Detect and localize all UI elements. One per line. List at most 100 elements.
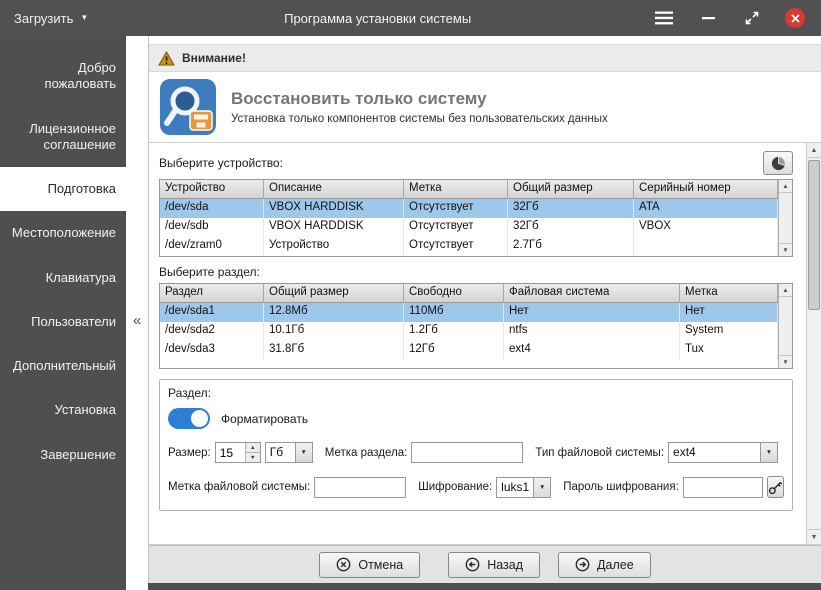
format-toggle-row: Форматировать — [168, 408, 784, 429]
column-header-partition[interactable]: Раздел — [160, 284, 264, 303]
main-scrollbar[interactable]: ▲ ▼ — [806, 143, 821, 544]
sidebar-item-preparation[interactable]: Подготовка — [0, 167, 126, 212]
window-controls — [653, 7, 821, 29]
fs-label-field[interactable] — [314, 476, 407, 498]
sidebar-item-additional[interactable]: Дополнительный — [0, 344, 126, 388]
column-header-label[interactable]: Метка — [404, 180, 508, 199]
table-row[interactable]: /dev/sda2 10.1Гб 1.2Гб ntfs System — [160, 322, 778, 341]
column-header-device[interactable]: Устройство — [160, 180, 264, 199]
sidebar-item-license[interactable]: Лицензионное соглашение — [0, 107, 126, 168]
next-button-label: Далее — [597, 557, 634, 572]
encryption-label: Шифрование: — [418, 481, 493, 493]
partition-select-label: Выберите раздел: — [159, 265, 260, 279]
column-header-description[interactable]: Описание — [264, 180, 404, 199]
column-header-total-size[interactable]: Общий размер — [264, 284, 404, 303]
step-header: Восстановить только систему Установка то… — [149, 72, 821, 142]
size-unit-combo[interactable]: Гб ▼ — [264, 442, 313, 463]
footer-bar: Отмена Назад Далее — [149, 545, 821, 583]
cell: /dev/sda1 — [160, 303, 264, 322]
spin-down-button[interactable]: ▼ — [245, 453, 260, 462]
encryption-password-field[interactable] — [682, 476, 763, 498]
table-row[interactable]: /dev/zram0 Устройство Отсутствует 2.7Гб — [160, 237, 778, 256]
table-row[interactable]: /dev/sda VBOX HARDDISK Отсутствует 32Гб … — [160, 199, 778, 218]
scroll-down-icon[interactable]: ▼ — [779, 243, 792, 256]
table-row[interactable]: /dev/sdb VBOX HARDDISK Отсутствует 32Гб … — [160, 218, 778, 237]
page-title: Восстановить только систему — [231, 89, 487, 108]
cell: /dev/sda2 — [160, 322, 264, 341]
reveal-password-button[interactable] — [766, 476, 784, 498]
disk-usage-button[interactable] — [763, 151, 793, 175]
load-button-label: Загрузить — [14, 10, 74, 26]
sidebar-item-installation[interactable]: Установка — [0, 388, 126, 432]
cell: ATA — [634, 199, 778, 218]
encryption-combo[interactable]: luks1 ▼ — [496, 476, 552, 498]
maximize-button[interactable] — [741, 7, 763, 29]
column-header-label[interactable]: Метка — [680, 284, 778, 303]
cell: VBOX HARDDISK — [264, 199, 404, 218]
encryption-password-label: Пароль шифрования: — [563, 481, 679, 493]
table-row[interactable]: /dev/sda1 12.8Мб 110Мб Нет Нет — [160, 303, 778, 322]
table-row[interactable]: /dev/sda3 31.8Гб 12Гб ext4 Tux — [160, 341, 778, 360]
format-toggle[interactable] — [168, 408, 210, 429]
sidebar-item-location[interactable]: Местоположение — [0, 211, 126, 255]
partition-group-label: Раздел: — [168, 386, 211, 400]
next-button[interactable]: Далее — [558, 551, 651, 578]
scroll-down-icon[interactable]: ▼ — [807, 529, 821, 544]
close-button[interactable] — [785, 8, 805, 28]
back-button[interactable]: Назад — [448, 551, 541, 578]
warning-icon — [158, 50, 175, 66]
partition-table-body: Раздел Общий размер Свободно Файловая си… — [160, 284, 778, 368]
main-panel: Внимание! Восстановить только систему Ус… — [148, 36, 821, 583]
back-arrow-icon — [465, 557, 480, 572]
partition-table-scrollbar[interactable]: ▲ ▼ — [778, 284, 792, 368]
sidebar-item-finish[interactable]: Завершение — [0, 433, 126, 477]
sidebar: Добро пожаловать Лицензионное соглашение… — [0, 36, 126, 590]
column-header-free[interactable]: Свободно — [404, 284, 504, 303]
device-table: Устройство Описание Метка Общий размер С… — [159, 179, 793, 257]
cell: 10.1Гб — [264, 322, 404, 341]
column-header-size[interactable]: Общий размер — [508, 180, 634, 199]
column-header-serial[interactable]: Серийный номер — [634, 180, 778, 199]
size-unit-value: Гб — [269, 445, 284, 459]
device-table-header: Устройство Описание Метка Общий размер С… — [160, 180, 778, 199]
partition-label-field[interactable] — [411, 442, 524, 463]
scroll-up-icon[interactable]: ▲ — [779, 180, 792, 193]
fs-type-value: ext4 — [673, 445, 696, 459]
device-table-scrollbar[interactable]: ▲ ▼ — [778, 180, 792, 256]
back-button-label: Назад — [487, 557, 524, 572]
window-title: Программа установки системы — [284, 10, 472, 26]
encryption-value: luks1 — [501, 479, 530, 494]
scroll-up-icon[interactable]: ▲ — [779, 284, 792, 297]
cell: Отсутствует — [404, 237, 508, 256]
format-toggle-label: Форматировать — [221, 411, 309, 426]
cell: 110Мб — [404, 303, 504, 322]
cell: /dev/sda3 — [160, 341, 264, 360]
fs-type-label: Тип файловой системы: — [535, 446, 665, 459]
partition-table-header: Раздел Общий размер Свободно Файловая си… — [160, 284, 778, 303]
scroll-down-icon[interactable]: ▼ — [779, 355, 792, 368]
size-input[interactable] — [215, 443, 245, 462]
size-spinbox[interactable]: ▲ ▼ — [214, 442, 261, 463]
pie-chart-icon — [771, 155, 786, 170]
next-arrow-icon — [575, 557, 590, 572]
sidebar-item-welcome[interactable]: Добро пожаловать — [0, 46, 126, 107]
cell: 2.7Гб — [508, 237, 634, 256]
caret-down-icon: ▼ — [533, 477, 551, 497]
installer-window: Загрузить ▼ Программа установки системы — [0, 0, 821, 590]
menu-button[interactable] — [653, 7, 675, 29]
scroll-up-icon[interactable]: ▲ — [807, 143, 821, 158]
column-header-filesystem[interactable]: Файловая система — [504, 284, 680, 303]
collapse-sidebar-button[interactable]: « — [126, 306, 148, 334]
fs-type-combo[interactable]: ext4 ▼ — [668, 442, 779, 463]
spin-up-button[interactable]: ▲ — [245, 443, 260, 453]
sidebar-item-keyboard[interactable]: Клавиатура — [0, 256, 126, 300]
cancel-button[interactable]: Отмена — [319, 551, 421, 578]
size-label: Размер: — [168, 446, 211, 459]
load-button[interactable]: Загрузить ▼ — [0, 0, 102, 36]
cell: VBOX — [634, 218, 778, 237]
minimize-button[interactable] — [697, 7, 719, 29]
sidebar-item-users[interactable]: Пользователи — [0, 300, 126, 344]
scrollbar-thumb[interactable] — [808, 160, 820, 310]
cell: /dev/sdb — [160, 218, 264, 237]
cell: /dev/zram0 — [160, 237, 264, 256]
